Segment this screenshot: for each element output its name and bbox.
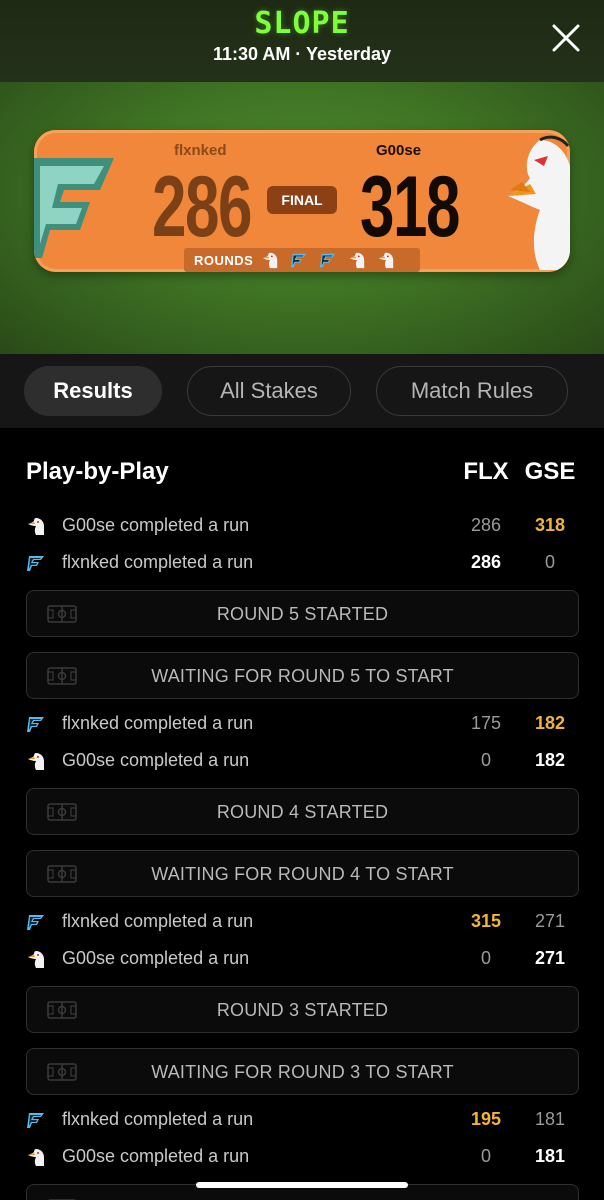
goose-icon: [28, 518, 44, 535]
tab-all-stakes[interactable]: All Stakes: [187, 366, 351, 416]
round-event: ROUND 4 STARTED: [26, 788, 579, 835]
goose-icon: [28, 1149, 44, 1166]
match-time: 11:30 AM · Yesterday: [212, 44, 392, 64]
flx-score: 175: [470, 713, 502, 733]
final-badge: FINAL: [267, 186, 337, 214]
goose-icon: [263, 252, 278, 269]
event-label: WAITING FOR ROUND 3 TO START: [151, 1062, 454, 1082]
event-label: ROUND 4 STARTED: [216, 802, 389, 822]
tab-match-rules[interactable]: Match Rules: [376, 366, 568, 416]
player1-name: flxnked: [174, 142, 227, 159]
player2-score: 318: [360, 159, 460, 255]
round-event: WAITING FOR ROUND 5 TO START: [26, 652, 579, 699]
flxnked-icon: [27, 717, 44, 732]
flxnked-icon: [27, 1113, 44, 1128]
goose-logo-icon: [508, 135, 570, 270]
play-row: G00se completed a run 0 271: [0, 945, 604, 975]
player1-score: 286: [152, 159, 252, 255]
play-row: G00se completed a run 0 182: [0, 747, 604, 777]
play-description: G00se completed a run: [62, 515, 250, 535]
play-row: flxnked completed a run 175 182: [0, 710, 604, 740]
flxnked-logo-icon: [34, 158, 114, 258]
flx-score: 0: [480, 750, 491, 770]
scoreboard-card: flxnked G00se 286 318 FINAL ROUNDS: [34, 130, 570, 272]
play-description: G00se completed a run: [62, 948, 250, 968]
gse-score: 181: [534, 1109, 566, 1129]
gse-score: 271: [534, 948, 566, 968]
feed-header: Play-by-Play FLX GSE: [0, 458, 604, 488]
home-indicator: [196, 1182, 408, 1188]
play-row: flxnked completed a run 315 271: [0, 908, 604, 938]
flxnked-icon: [27, 556, 44, 571]
round-event: WAITING FOR ROUND 4 TO START: [26, 850, 579, 897]
flx-score: 286: [470, 515, 502, 535]
play-row: G00se completed a run 0 181: [0, 1143, 604, 1173]
rounds-label: ROUNDS: [194, 252, 254, 268]
game-title: SLOPE: [254, 6, 350, 41]
goose-icon: [350, 252, 365, 269]
gse-score: 182: [534, 750, 566, 770]
flx-score: 315: [470, 911, 502, 931]
gse-score: 271: [534, 911, 566, 931]
flxnked-icon: [320, 253, 336, 268]
play-row: G00se completed a run 286 318: [0, 512, 604, 542]
gse-score: 182: [534, 713, 566, 733]
round-winner-icons: [261, 251, 406, 269]
gse-score: 181: [534, 1146, 566, 1166]
play-description: flxnked completed a run: [62, 713, 254, 733]
column-flx: FLX: [463, 458, 509, 485]
round-event: ROUND 3 STARTED: [26, 986, 579, 1033]
play-description: flxnked completed a run: [62, 552, 254, 572]
column-gse: GSE: [524, 458, 576, 485]
play-description: flxnked completed a run: [62, 1109, 254, 1129]
flxnked-icon: [291, 253, 307, 268]
play-description: G00se completed a run: [62, 750, 250, 770]
play-description: flxnked completed a run: [62, 911, 254, 931]
player2-name: G00se: [376, 142, 422, 159]
goose-icon: [28, 951, 44, 968]
play-description: G00se completed a run: [62, 1146, 250, 1166]
goose-icon: [379, 252, 394, 269]
event-label: WAITING FOR ROUND 4 TO START: [151, 864, 454, 884]
play-by-play-feed[interactable]: Play-by-Play FLX GSE G00se completed a r…: [0, 428, 604, 1200]
flx-score: 286: [470, 552, 502, 572]
gse-score: 0: [544, 552, 555, 572]
rounds-bar: ROUNDS: [184, 248, 420, 272]
close-icon[interactable]: [550, 22, 582, 54]
header-bar: SLOPE 11:30 AM · Yesterday: [0, 0, 604, 82]
event-label: ROUND 3 STARTED: [216, 1000, 389, 1020]
tab-results[interactable]: Results: [24, 366, 162, 416]
flx-score: 0: [480, 948, 491, 968]
flxnked-icon: [27, 915, 44, 930]
feed-title: Play-by-Play: [26, 458, 169, 485]
flx-score: 0: [480, 1146, 491, 1166]
play-row: flxnked completed a run 195 181: [0, 1106, 604, 1136]
event-label: ROUND 5 STARTED: [216, 604, 389, 624]
round-event: WAITING FOR ROUND 3 TO START: [26, 1048, 579, 1095]
goose-icon: [28, 753, 44, 770]
hero-banner: flxnked G00se 286 318 FINAL ROUNDS: [0, 82, 604, 354]
round-event: ROUND 5 STARTED: [26, 590, 579, 637]
play-row: flxnked completed a run 286 0: [0, 549, 604, 579]
flx-score: 195: [470, 1109, 502, 1129]
tab-bar: Results All Stakes Match Rules: [0, 354, 604, 428]
gse-score: 318: [534, 515, 566, 535]
event-label: WAITING FOR ROUND 5 TO START: [151, 666, 454, 686]
